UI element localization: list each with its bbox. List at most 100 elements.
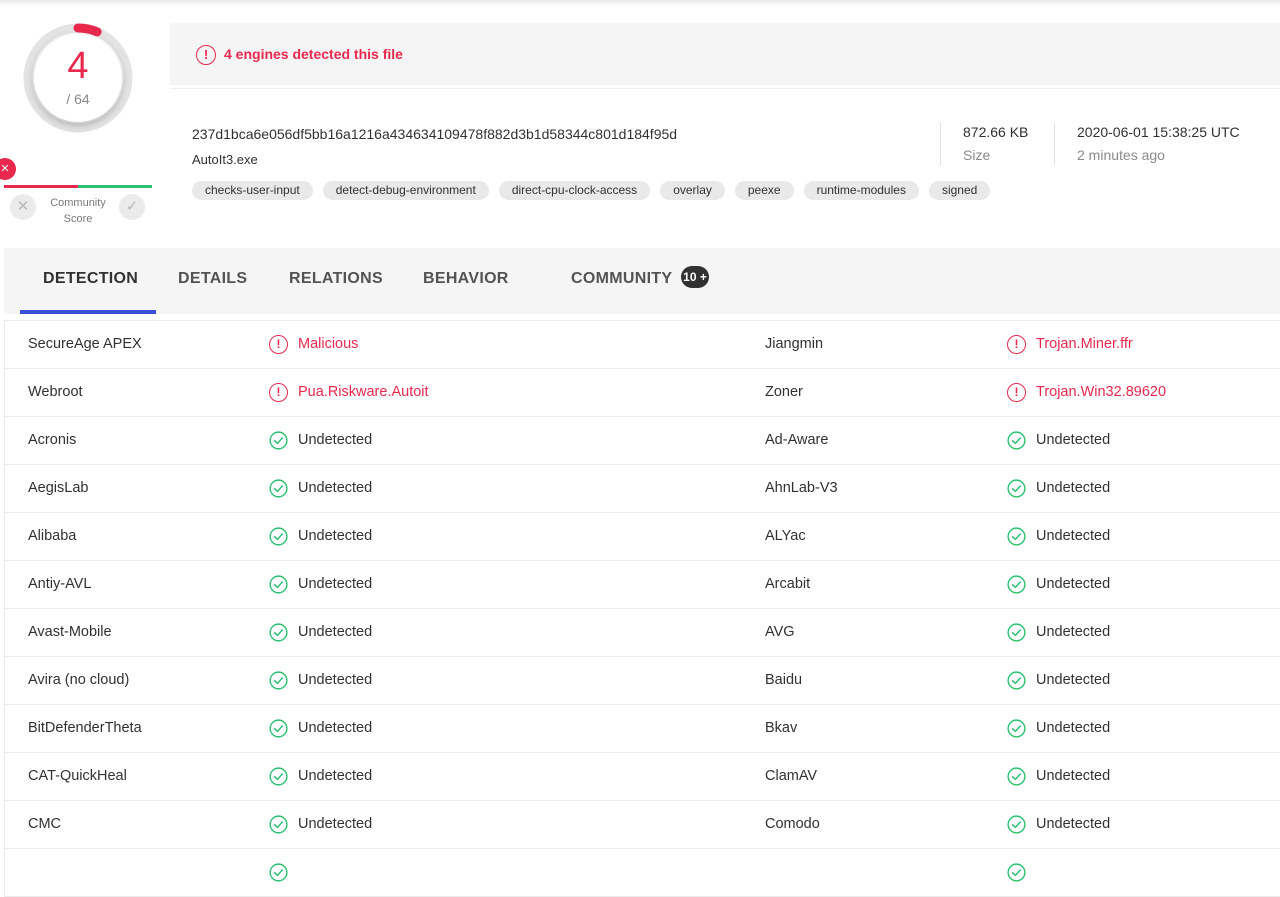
file-name: AutoIt3.exe (192, 152, 258, 167)
tab-details[interactable]: DETAILS (178, 270, 247, 288)
analysis-date-relative: 2 minutes ago (1077, 147, 1165, 163)
engine-name: CMC (28, 816, 62, 832)
check-circle-icon (269, 527, 288, 546)
detection-summary: 4 engines detected this file (224, 46, 403, 62)
tag[interactable]: runtime-modules (803, 181, 919, 200)
tag[interactable]: signed (928, 181, 991, 200)
divider (940, 123, 941, 165)
result-text: Undetected (298, 624, 373, 640)
engine-result (269, 849, 298, 896)
engine-name: Baidu (765, 672, 803, 688)
tab-behavior[interactable]: BEHAVIOR (423, 270, 509, 288)
result-text: Trojan.Win32.89620 (1036, 384, 1167, 400)
tag[interactable]: checks-user-input (192, 181, 313, 200)
engine-result: Undetected (1007, 753, 1110, 800)
result-text: Undetected (298, 528, 373, 544)
result-text: Pua.Riskware.Autoit (298, 384, 429, 400)
check-circle-icon (1007, 863, 1026, 882)
engine-result: ! Pua.Riskware.Autoit (269, 369, 429, 416)
engine-result: Undetected (269, 513, 372, 560)
engine-name: Antiy-AVL (28, 576, 92, 592)
file-size-label: Size (963, 147, 991, 163)
result-text: Malicious (298, 336, 359, 352)
top-shadow (0, 0, 1280, 6)
table-row: Alibaba Undetected ALYac Undetected (4, 513, 1280, 561)
alert-icon: ! (269, 335, 288, 354)
alert-icon: ! (196, 45, 216, 65)
detected-count: 4 (67, 45, 89, 87)
engine-result: Undetected (269, 465, 372, 512)
file-tags: checks-user-input detect-debug-environme… (192, 181, 991, 200)
community-count-badge: 10 + (681, 266, 709, 288)
engine-result: Undetected (1007, 657, 1110, 704)
result-text: Undetected (298, 720, 373, 736)
divider (1054, 123, 1055, 165)
engine-name: BitDefenderTheta (28, 720, 142, 736)
detection-banner: ! 4 engines detected this file (170, 23, 1280, 85)
engine-result: Undetected (269, 657, 372, 704)
engine-name: Avira (no cloud) (28, 672, 130, 688)
vote-harmless-button[interactable]: ✓ (119, 194, 145, 220)
tag[interactable]: detect-debug-environment (322, 181, 489, 200)
table-row: CAT-QuickHeal Undetected ClamAV Undetected (4, 753, 1280, 801)
check-circle-icon (1007, 767, 1026, 786)
engine-result: Undetected (1007, 801, 1110, 848)
result-text: Undetected (1036, 528, 1111, 544)
check-circle-icon (269, 719, 288, 738)
community-score-bar (4, 185, 152, 188)
file-info-panel: 237d1bca6e056df5bb16a1216a434634109478f8… (170, 88, 1280, 223)
tag[interactable]: overlay (660, 181, 725, 200)
check-circle-icon (1007, 671, 1026, 690)
tab-relations[interactable]: RELATIONS (289, 270, 383, 288)
result-text: Undetected (1036, 672, 1111, 688)
engine-name: AhnLab-V3 (765, 480, 838, 496)
engine-name: Ad-Aware (765, 432, 829, 448)
check-circle-icon (269, 479, 288, 498)
alert-icon: ! (269, 383, 288, 402)
engine-result: Undetected (1007, 417, 1110, 464)
tag[interactable]: peexe (734, 181, 794, 200)
detection-score-ring: 4 / 64 (22, 22, 134, 134)
result-text: Undetected (298, 672, 373, 688)
engine-name: Alibaba (28, 528, 77, 544)
analysis-date: 2020-06-01 15:38:25 UTC (1077, 124, 1240, 140)
alert-icon: ! (1007, 335, 1026, 354)
engine-name: Arcabit (765, 576, 811, 592)
result-text: Undetected (298, 768, 373, 784)
detection-results-table: SecureAge APEX! Malicious Jiangmin! Trojan.… (4, 320, 1280, 897)
result-text: Undetected (1036, 816, 1111, 832)
engine-result: Undetected (269, 753, 372, 800)
engine-result: ! Trojan.Win32.89620 (1007, 369, 1166, 416)
engine-result: Undetected (269, 561, 372, 608)
check-circle-icon (1007, 431, 1026, 450)
tab-bar: DETECTION DETAILS RELATIONS BEHAVIOR COM… (4, 248, 1280, 314)
table-row: CMC Undetected Comodo Undetected (4, 801, 1280, 849)
tab-detection[interactable]: DETECTION (43, 270, 138, 288)
table-row: Avast-Mobile Undetected AVG Undetected (4, 609, 1280, 657)
check-circle-icon (1007, 527, 1026, 546)
result-text: Undetected (298, 576, 373, 592)
engine-result: Undetected (1007, 705, 1110, 752)
engine-name: ClamAV (765, 768, 818, 784)
check-circle-icon (269, 623, 288, 642)
tab-community[interactable]: COMMUNITY (571, 270, 672, 288)
check-circle-icon (269, 431, 288, 450)
check-circle-icon (269, 815, 288, 834)
check-circle-icon (269, 863, 288, 882)
check-circle-icon (269, 671, 288, 690)
result-text: Undetected (298, 432, 373, 448)
engine-name: Zoner (765, 384, 803, 400)
file-hash[interactable]: 237d1bca6e056df5bb16a1216a434634109478f8… (192, 126, 677, 142)
engine-result: Undetected (1007, 465, 1110, 512)
engine-name: AVG (765, 624, 795, 640)
engine-result: Undetected (1007, 609, 1110, 656)
result-text: Undetected (1036, 624, 1111, 640)
table-row: Avira (no cloud) Undetected Baidu Undetecte… (4, 657, 1280, 705)
engine-result: Undetected (269, 609, 372, 656)
tag[interactable]: direct-cpu-clock-access (498, 181, 651, 200)
community-label-line1: Community (50, 197, 106, 209)
community-label-line2: Score (63, 213, 93, 225)
check-circle-icon (1007, 815, 1026, 834)
vote-harmful-button[interactable]: ✕ (10, 194, 36, 220)
community-score-label: Community Score (38, 195, 118, 227)
